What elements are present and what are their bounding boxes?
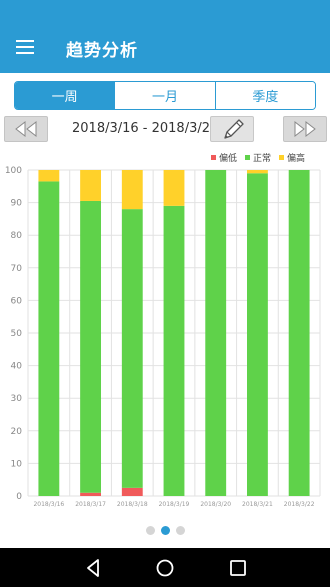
y-tick-label: 20	[11, 427, 23, 437]
page-title: 趋势分析	[66, 41, 138, 61]
date-range-label: 2018/3/16 - 2018/3/22	[72, 121, 219, 136]
page-dot[interactable]	[160, 526, 170, 535]
system-nav-bar	[0, 548, 330, 587]
fast-forward-icon	[294, 121, 316, 137]
legend-label: 正常	[253, 152, 271, 164]
y-tick-label: 70	[11, 264, 23, 274]
date-navigation: 2018/3/16 - 2018/3/22	[0, 116, 330, 143]
legend-label: 偏高	[287, 152, 305, 164]
tab-quarter[interactable]: 季度	[214, 82, 315, 109]
bar-segment	[121, 170, 143, 210]
y-tick-label: 40	[11, 362, 23, 372]
pencil-icon	[224, 119, 244, 139]
page-dot[interactable]	[145, 526, 155, 535]
bar-segment	[205, 170, 227, 496]
tab-month[interactable]: 一月	[114, 82, 215, 109]
x-tick-label: 2018/3/21	[242, 501, 273, 508]
y-tick-label: 10	[11, 459, 23, 469]
recents-icon[interactable]	[227, 557, 249, 579]
bar-segment	[80, 170, 101, 201]
page-dot[interactable]	[175, 526, 185, 535]
tab-week[interactable]: 一周	[15, 82, 115, 109]
previous-period-button[interactable]	[4, 116, 48, 142]
y-tick-label: 50	[11, 329, 23, 339]
menu-icon[interactable]	[16, 38, 36, 54]
x-tick-label: 2018/3/20	[200, 501, 231, 508]
bar-segment	[38, 170, 60, 182]
period-tabs: 一周 一月 季度	[14, 81, 316, 110]
y-tick-label: 0	[16, 492, 22, 502]
legend-swatch	[245, 155, 250, 160]
x-tick-label: 2018/3/19	[159, 501, 190, 508]
back-icon[interactable]	[82, 557, 104, 579]
y-tick-label: 100	[5, 166, 22, 176]
legend-label: 偏低	[219, 152, 237, 164]
x-tick-label: 2018/3/17	[75, 501, 106, 508]
bar-segment	[163, 205, 185, 497]
bar-segment	[121, 209, 143, 488]
bar-segment	[288, 170, 310, 496]
legend-swatch	[279, 155, 284, 160]
x-tick-label: 2018/3/22	[284, 501, 315, 508]
y-tick-label: 80	[11, 231, 23, 241]
trend-chart: 偏低 正常 偏高 0 10 20 30 40 50 60 70 80 90 100 2018/3/16 201…	[5, 152, 321, 508]
y-tick-label: 60	[11, 296, 23, 306]
bar-segment	[247, 170, 268, 174]
page-indicator	[0, 526, 330, 540]
bar-segment	[247, 173, 268, 496]
bar-segment	[121, 487, 143, 496]
app-bar: 趋势分析	[0, 0, 330, 73]
bar-segment	[80, 492, 101, 496]
x-tick-label: 2018/3/16	[33, 501, 64, 508]
y-tick-label: 30	[11, 394, 23, 404]
bar-segment	[38, 181, 60, 496]
legend-swatch	[211, 155, 216, 160]
bar-segment	[163, 170, 185, 206]
edit-date-button[interactable]	[210, 116, 254, 142]
x-tick-label: 2018/3/18	[117, 501, 148, 508]
y-tick-label: 90	[11, 199, 23, 209]
home-icon[interactable]	[154, 557, 176, 579]
rewind-icon	[15, 121, 37, 137]
bar-segment	[80, 200, 101, 493]
next-period-button[interactable]	[283, 116, 327, 142]
